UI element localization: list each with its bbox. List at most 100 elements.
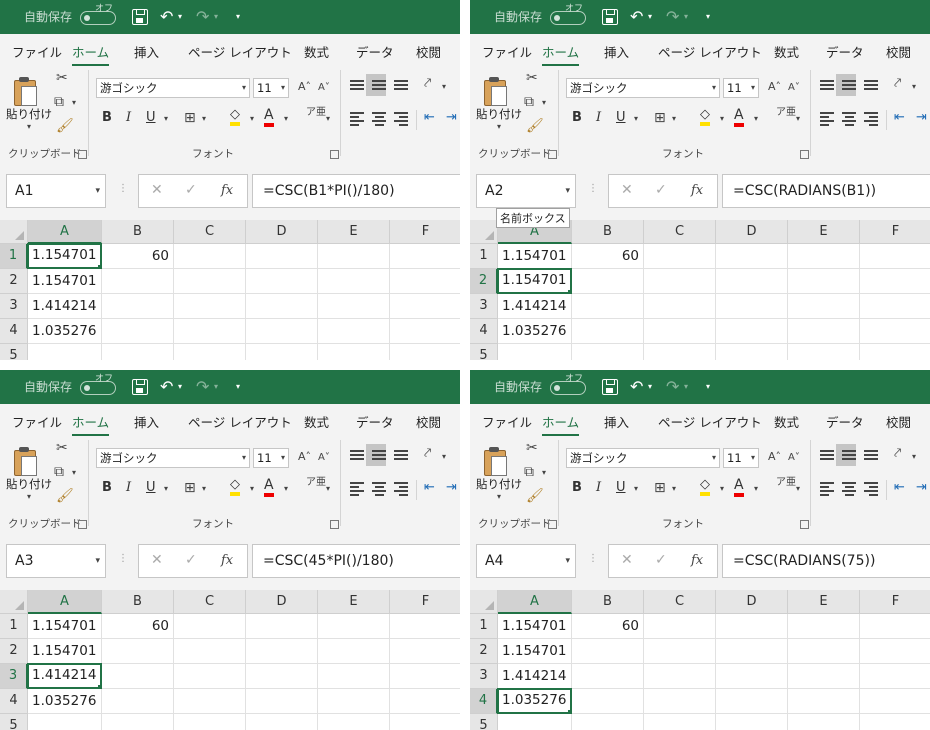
underline-dropdown-icon[interactable]: ▾: [634, 114, 638, 123]
phonetic-guide-icon[interactable]: ア亜: [306, 478, 326, 488]
enter-icon[interactable]: ✓: [655, 182, 667, 198]
formula-input[interactable]: =CSC(RADIANS(B1)): [722, 174, 930, 208]
align-left-icon[interactable]: [350, 482, 364, 496]
enter-icon[interactable]: ✓: [655, 552, 667, 568]
cell-C1[interactable]: [174, 244, 246, 269]
select-all-button[interactable]: [0, 220, 28, 244]
shrink-font-icon[interactable]: A˅: [318, 452, 330, 463]
align-top-icon[interactable]: [350, 78, 364, 92]
cell-C5[interactable]: [174, 714, 246, 730]
undo-dropdown-icon[interactable]: ▾: [648, 370, 652, 404]
paste-dropdown-icon[interactable]: ▾: [27, 492, 31, 501]
cell-C4[interactable]: [644, 319, 716, 344]
autosave-toggle[interactable]: オフ: [550, 374, 586, 395]
underline-button[interactable]: U: [616, 110, 626, 125]
tab-2[interactable]: 挿入: [604, 412, 629, 431]
cell-C5[interactable]: [644, 714, 716, 730]
paste-icon[interactable]: [12, 76, 38, 106]
cell-A5[interactable]: [28, 714, 102, 730]
phonetic-guide-icon[interactable]: ア亜: [776, 478, 796, 488]
font-size-select[interactable]: 11 ▾: [723, 448, 759, 468]
tab-6[interactable]: 校閲: [416, 42, 441, 61]
redo-dropdown-icon[interactable]: ▾: [684, 0, 688, 34]
cell-D1[interactable]: [246, 614, 318, 639]
align-middle-icon[interactable]: [842, 448, 856, 462]
insert-function-icon[interactable]: fx: [221, 183, 233, 198]
font-color-dropdown-icon[interactable]: ▾: [284, 114, 288, 123]
cell-A2[interactable]: 1.154701: [498, 639, 572, 664]
tab-6[interactable]: 校閲: [886, 42, 911, 61]
font-launcher-icon[interactable]: [800, 520, 809, 529]
customize-quick-access-icon[interactable]: ▾: [236, 370, 240, 404]
tab-4[interactable]: 数式: [304, 42, 329, 61]
align-middle-icon[interactable]: [372, 78, 386, 92]
cell-E4[interactable]: [788, 689, 860, 714]
cell-F1[interactable]: [390, 244, 460, 269]
bold-button[interactable]: B: [572, 480, 582, 495]
cell-A3[interactable]: 1.414214: [28, 294, 102, 319]
font-color-icon[interactable]: A: [264, 478, 274, 497]
borders-dropdown-icon[interactable]: ▾: [202, 484, 206, 493]
copy-dropdown-icon[interactable]: ▾: [72, 468, 76, 477]
align-top-icon[interactable]: [820, 448, 834, 462]
clipboard-launcher-icon[interactable]: [548, 520, 557, 529]
cell-A2[interactable]: 1.154701: [28, 269, 102, 294]
row-header-3[interactable]: 3: [0, 664, 28, 689]
align-right-icon[interactable]: [864, 482, 878, 496]
align-right-icon[interactable]: [394, 112, 408, 126]
cell-D3[interactable]: [246, 294, 318, 319]
increase-indent-icon[interactable]: ⇥: [446, 110, 457, 125]
cell-F1[interactable]: [860, 614, 930, 639]
cell-B1[interactable]: 60: [102, 244, 174, 269]
select-all-button[interactable]: [470, 590, 498, 614]
cell-E5[interactable]: [788, 344, 860, 360]
align-center-icon[interactable]: [372, 482, 386, 496]
tab-4[interactable]: 数式: [774, 412, 799, 431]
bold-button[interactable]: B: [102, 480, 112, 495]
decrease-indent-icon[interactable]: ⇤: [894, 110, 905, 125]
autosave-toggle[interactable]: オフ: [80, 374, 116, 395]
font-color-icon[interactable]: A: [264, 108, 274, 127]
cell-F4[interactable]: [860, 319, 930, 344]
column-header-E[interactable]: E: [788, 220, 860, 244]
font-name-select[interactable]: 游ゴシック ▾: [566, 78, 720, 98]
undo-icon[interactable]: ↶: [160, 370, 173, 404]
align-center-icon[interactable]: [372, 112, 386, 126]
select-all-button[interactable]: [0, 590, 28, 614]
tab-1[interactable]: ホーム: [542, 42, 580, 67]
cell-D4[interactable]: [246, 319, 318, 344]
column-header-F[interactable]: F: [390, 220, 460, 244]
cell-C4[interactable]: [174, 319, 246, 344]
cell-D5[interactable]: [716, 714, 788, 730]
column-header-E[interactable]: E: [788, 590, 860, 614]
font-name-select[interactable]: 游ゴシック ▾: [566, 448, 720, 468]
tab-3[interactable]: ページ レイアウト: [658, 412, 762, 431]
font-launcher-icon[interactable]: [330, 150, 339, 159]
cell-D3[interactable]: [716, 294, 788, 319]
cell-F2[interactable]: [860, 269, 930, 294]
underline-dropdown-icon[interactable]: ▾: [164, 484, 168, 493]
cancel-icon[interactable]: ✕: [151, 182, 163, 198]
align-left-icon[interactable]: [820, 112, 834, 126]
cell-C4[interactable]: [174, 689, 246, 714]
cell-A4[interactable]: 1.035276: [498, 319, 572, 344]
cell-E1[interactable]: [318, 244, 390, 269]
cell-E5[interactable]: [788, 714, 860, 730]
cell-C2[interactable]: [644, 639, 716, 664]
orientation-dropdown-icon[interactable]: ▾: [442, 452, 446, 461]
cell-B4[interactable]: [572, 319, 644, 344]
cancel-icon[interactable]: ✕: [621, 552, 633, 568]
copy-icon[interactable]: ⧉: [54, 464, 64, 480]
cell-C2[interactable]: [174, 639, 246, 664]
orientation-icon[interactable]: ⤤: [894, 446, 901, 461]
redo-icon[interactable]: ↷: [666, 0, 679, 34]
align-top-icon[interactable]: [820, 78, 834, 92]
phonetic-dropdown-icon[interactable]: ▾: [796, 114, 800, 123]
formula-input[interactable]: =CSC(B1*PI()/180): [252, 174, 460, 208]
cell-D1[interactable]: [246, 244, 318, 269]
cell-E4[interactable]: [318, 689, 390, 714]
cell-D3[interactable]: [246, 664, 318, 689]
cell-B1[interactable]: 60: [572, 244, 644, 269]
cell-A1[interactable]: 1.154701: [28, 614, 102, 639]
font-name-select[interactable]: 游ゴシック ▾: [96, 448, 250, 468]
